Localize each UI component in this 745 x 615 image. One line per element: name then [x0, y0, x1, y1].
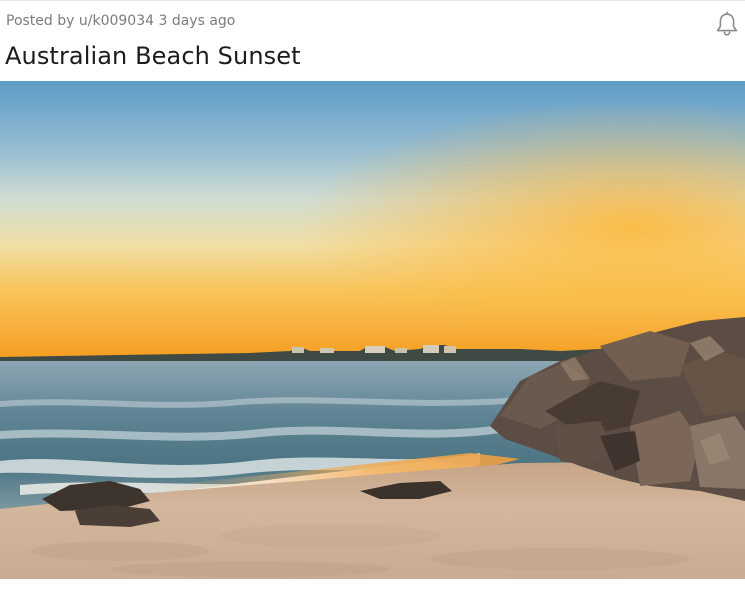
post-image[interactable] — [0, 81, 745, 579]
divider — [0, 0, 745, 1]
post-timestamp[interactable]: 3 days ago — [158, 13, 235, 29]
post-meta: Posted by u/k009034 3 days ago — [6, 12, 235, 30]
post-card: Posted by u/k009034 3 days ago Australia… — [0, 0, 745, 615]
beach-sunset-illustration — [0, 81, 745, 579]
bell-icon[interactable] — [714, 11, 740, 37]
posted-by-label: Posted by — [6, 13, 75, 29]
author-link[interactable]: u/k009034 — [79, 13, 154, 29]
post-title[interactable]: Australian Beach Sunset — [5, 40, 301, 72]
